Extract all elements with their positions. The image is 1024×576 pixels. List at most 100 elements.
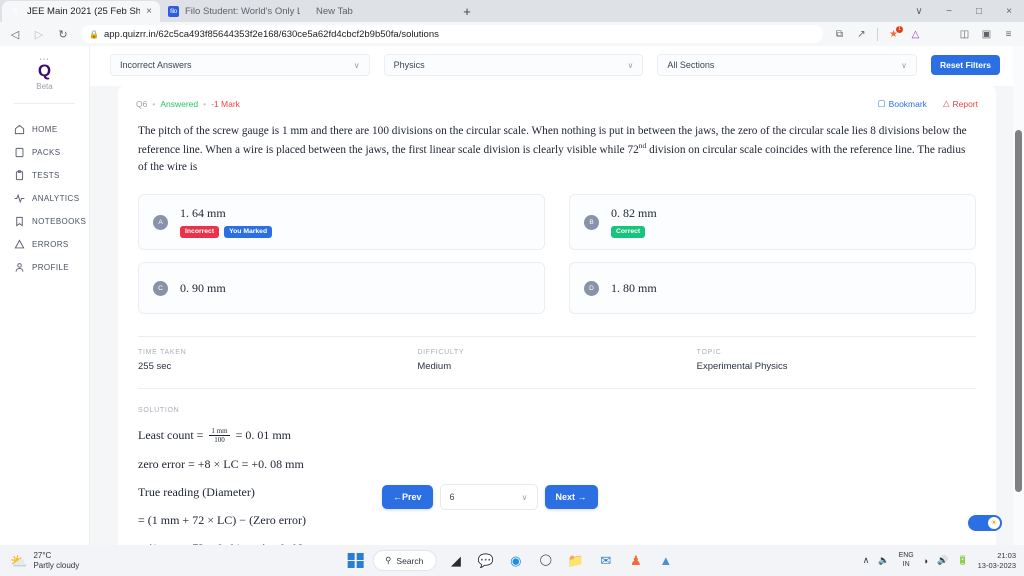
wifi-icon[interactable]: ◑ — [923, 556, 928, 566]
url-text: app.quizrr.in/62c5ca493f85644353f2e168/6… — [103, 28, 439, 40]
question-marks: -1 Mark — [211, 98, 240, 109]
option-a[interactable]: A 1. 64 mm Incorrect You Marked — [138, 194, 545, 251]
sidebar-item-notebooks[interactable]: NOTEBOOKS — [0, 210, 89, 233]
new-tab-button[interactable]: + — [456, 1, 478, 22]
report-button[interactable]: △ Report — [943, 98, 978, 109]
answer-filter-select[interactable]: Incorrect Answers ∨ — [110, 54, 370, 76]
reset-filters-button[interactable]: Reset Filters — [930, 55, 1000, 75]
solution-line1-prefix: Least count = — [138, 428, 204, 443]
page-number-select[interactable]: 6 ∨ — [439, 484, 538, 510]
option-badges: Correct — [611, 226, 657, 239]
question-text-bold-divisions: 100 — [372, 125, 389, 137]
file-explorer-icon[interactable]: ◢ — [445, 550, 466, 571]
stat-label: DIFFICULTY — [417, 349, 465, 357]
question-text-part1: The pitch of the screw gauge is — [138, 125, 282, 137]
chevron-down-icon: ∨ — [627, 60, 634, 70]
solution-line1-suffix: = 0. 01 mm — [235, 428, 291, 443]
tab-title: Filo Student: World's Only Live Instan — [185, 6, 300, 17]
language-indicator[interactable]: ENG IN — [899, 552, 914, 568]
taskbar-search[interactable]: ⚲ Search — [372, 550, 437, 571]
windows-start-icon[interactable] — [347, 552, 364, 569]
page-number-value: 6 — [449, 492, 455, 502]
pulse-icon — [14, 193, 25, 204]
chevron-down-icon: ∨ — [353, 60, 360, 70]
home-icon — [14, 124, 25, 135]
page-content: ··· Q Beta HOME PACKS TESTS ANALYTICS NO… — [0, 46, 1024, 545]
brave-icon[interactable]: ♟ — [625, 550, 646, 571]
option-body: 0. 90 mm — [180, 281, 226, 296]
question-text: The pitch of the screw gauge is 1 mm and… — [118, 109, 996, 176]
mail-icon[interactable]: ✉ — [595, 550, 616, 571]
back-icon[interactable]: ◁ — [4, 23, 26, 45]
dell-icon[interactable]: ◯ — [535, 550, 556, 571]
option-text: 0. 90 mm — [180, 280, 226, 295]
solution-label: SOLUTION — [138, 407, 180, 415]
forward-icon[interactable]: ▷ — [28, 23, 50, 45]
stat-value: Medium — [417, 361, 452, 373]
browser-tab-newtab[interactable]: New Tab — [308, 1, 456, 22]
brave-shield-icon[interactable]: ★ 1 — [884, 25, 903, 44]
folder-icon[interactable]: 📁 — [565, 550, 586, 571]
minimize-button[interactable]: − — [934, 0, 964, 22]
system-tray: ∧ 🔈 ENG IN ◑ 🔊 🔋 21:03 13-03-2023 — [863, 551, 1016, 570]
address-bar[interactable]: 🔒 app.quizrr.in/62c5ca493f85644353f2e168… — [81, 25, 823, 43]
theme-toggle[interactable]: ☀ — [968, 515, 1002, 531]
maximize-button[interactable]: □ — [964, 0, 994, 22]
sidebar-item-analytics[interactable]: ANALYTICS — [0, 187, 89, 210]
sidebar-item-home[interactable]: HOME — [0, 118, 89, 141]
sidebar-icon[interactable]: ◫ — [955, 25, 974, 44]
tray-overflow-icon[interactable]: ∧ — [863, 555, 870, 566]
menu-icon[interactable]: ≡ — [999, 25, 1018, 44]
chat-icon[interactable]: 💬 — [475, 550, 496, 571]
extension-triangle-icon[interactable]: △ — [906, 25, 925, 44]
chevron-down-icon: ∨ — [901, 60, 907, 70]
stat-topic: TOPIC Experimental Physics — [697, 349, 976, 372]
photos-icon[interactable]: ▲ — [655, 550, 676, 571]
microphone-icon[interactable]: 🔈 — [878, 555, 889, 566]
wallet-icon[interactable]: ▣ — [977, 25, 996, 44]
share-icon[interactable]: ⧉ — [830, 25, 849, 44]
browser-tab-quizrr[interactable]: Q JEE Main 2021 (25 Feb Shift 1) - Q × — [2, 1, 160, 22]
question-meta-right: ▢ Bookmark △ Report — [878, 98, 978, 109]
pagination-controls: ←Prev 6 ∨ Next → — [382, 484, 598, 510]
close-icon[interactable]: × — [146, 6, 152, 17]
weather-widget[interactable]: ⛅ 27°C Partly cloudy — [0, 551, 79, 571]
scrollbar-thumb[interactable] — [1015, 130, 1022, 492]
language-bottom: IN — [902, 560, 910, 568]
stat-value: 255 sec — [138, 361, 172, 373]
sidebar-item-packs[interactable]: PACKS — [0, 141, 89, 164]
volume-icon[interactable]: 🔊 — [937, 555, 948, 566]
question-number: Q6 — [136, 98, 148, 109]
filter-bar: Incorrect Answers ∨ Physics ∨ All Sectio… — [90, 46, 1024, 86]
sidebar-item-profile[interactable]: PROFILE — [0, 256, 89, 279]
quizrr-favicon-icon: Q — [13, 8, 18, 15]
sidebar-item-tests[interactable]: TESTS — [0, 164, 89, 187]
sidebar-item-errors[interactable]: ERRORS — [0, 233, 89, 256]
browser-window: Q JEE Main 2021 (25 Feb Shift 1) - Q × f… — [0, 0, 1024, 545]
close-window-button[interactable]: × — [994, 0, 1024, 22]
option-b[interactable]: B 0. 82 mm Correct — [569, 194, 976, 251]
option-d[interactable]: D 1. 80 mm — [569, 262, 976, 315]
taskbar-apps: ⚲ Search ◢ 💬 ◉ ◯ 📁 ✉ ♟ ▲ — [347, 550, 677, 571]
partly-cloudy-icon: ⛅ — [10, 552, 28, 569]
status-badge-incorrect: Incorrect — [180, 226, 220, 239]
prev-button[interactable]: ←Prev — [382, 485, 433, 509]
browser-tab-filo[interactable]: filo Filo Student: World's Only Live Ins… — [160, 1, 308, 22]
question-text-bold-72: 72 — [627, 143, 639, 156]
reload-icon[interactable]: ↻ — [52, 23, 74, 45]
subject-filter-select[interactable]: Physics ∨ — [383, 54, 644, 76]
page-scrollbar[interactable] — [1013, 46, 1024, 545]
question-stats: TIME TAKEN 255 sec DIFFICULTY Medium TOP… — [118, 337, 996, 372]
battery-icon[interactable]: 🔋 — [957, 555, 968, 566]
option-c[interactable]: C 0. 90 mm — [138, 262, 545, 315]
brand-logo: ··· Q Beta — [0, 56, 89, 103]
tab-search-icon[interactable]: ∨ — [904, 0, 934, 22]
cast-icon[interactable]: ↗ — [852, 25, 871, 44]
option-text: 0. 82 mm — [611, 206, 657, 221]
bookmark-button[interactable]: ▢ Bookmark — [878, 98, 927, 109]
section-filter-select[interactable]: All Sections ∨ — [657, 54, 917, 76]
next-button[interactable]: Next → — [544, 485, 598, 509]
meta-dot: • — [203, 98, 207, 109]
edge-icon[interactable]: ◉ — [505, 550, 526, 571]
clock[interactable]: 21:03 13-03-2023 — [978, 551, 1016, 570]
